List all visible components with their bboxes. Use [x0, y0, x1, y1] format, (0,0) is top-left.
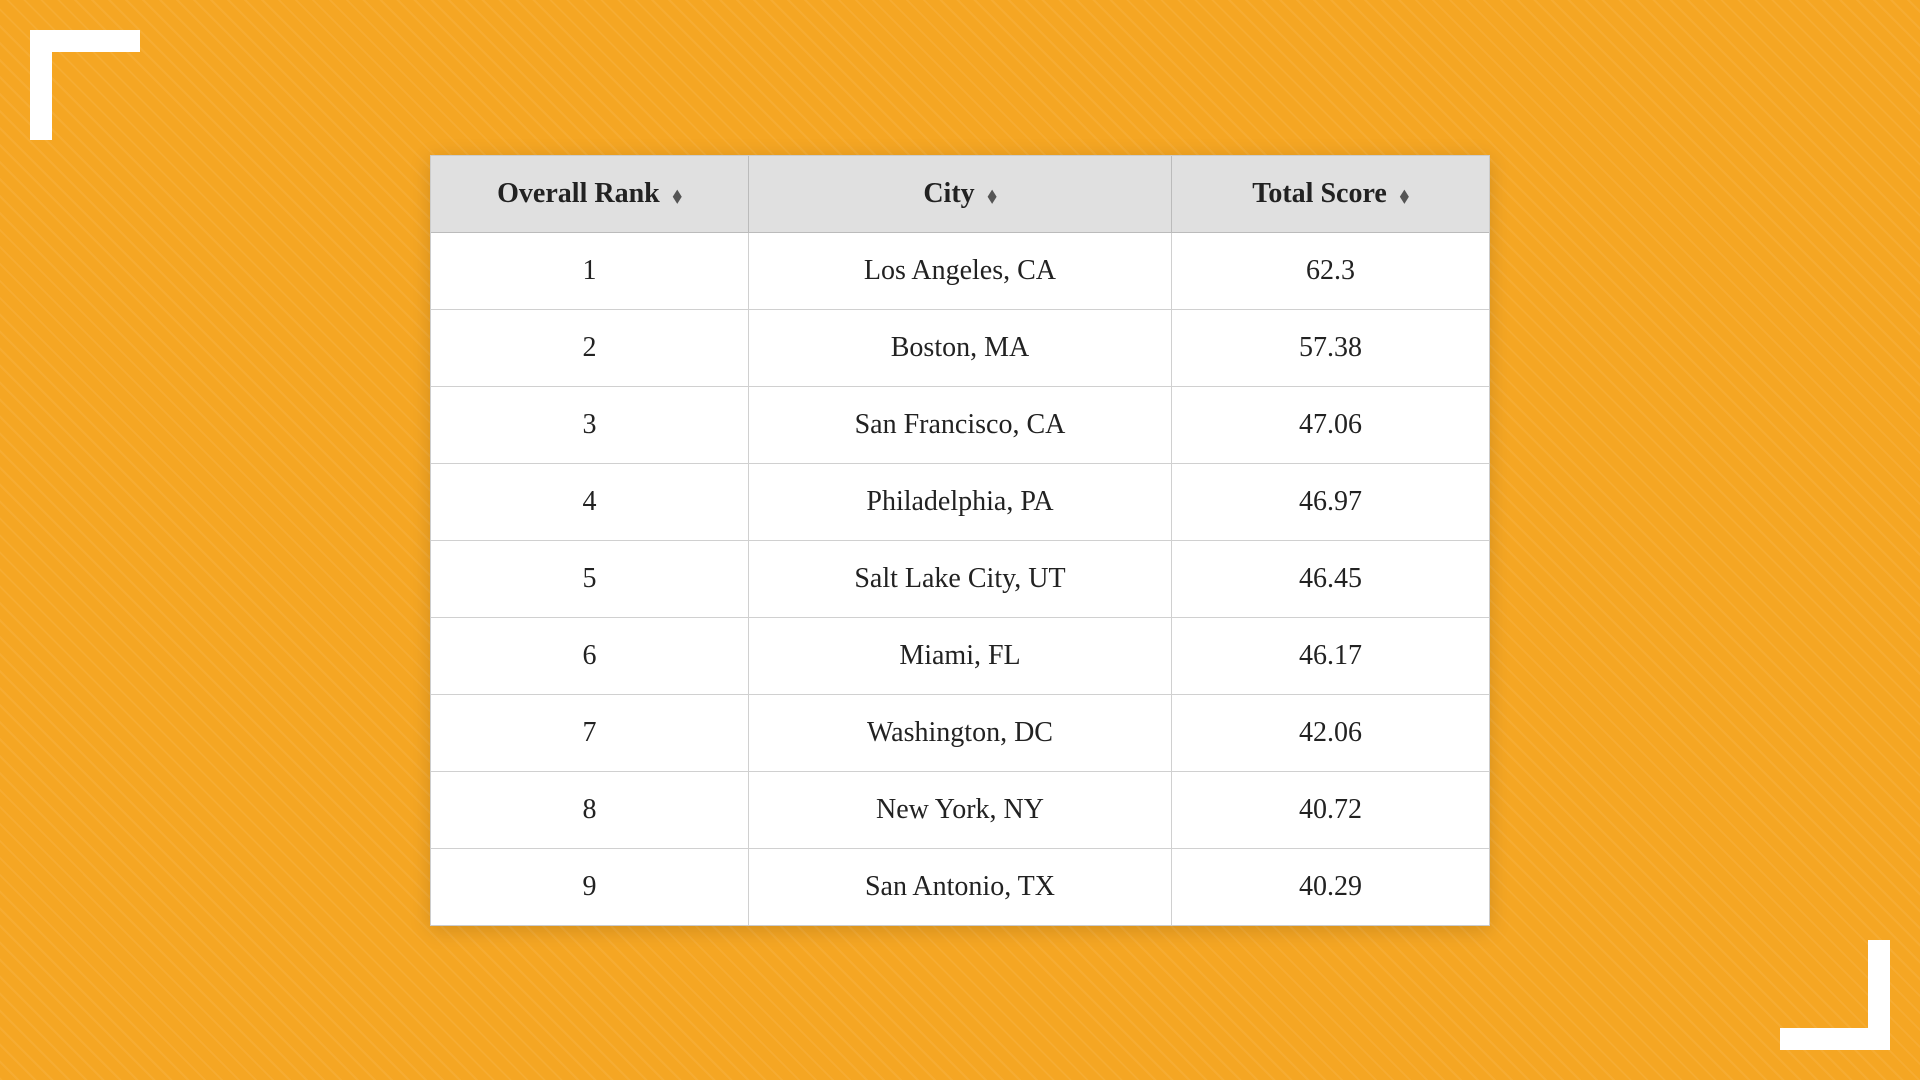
cell-score: 42.06: [1172, 694, 1489, 771]
cell-rank: 3: [431, 386, 748, 463]
cell-score: 47.06: [1172, 386, 1489, 463]
table-row: 4Philadelphia, PA46.97: [431, 463, 1489, 540]
cell-city: Philadelphia, PA: [748, 463, 1171, 540]
table-row: 5Salt Lake City, UT46.45: [431, 540, 1489, 617]
cell-score: 62.3: [1172, 232, 1489, 309]
rankings-table: Overall Rank ⬧ City ⬧ Total Score ⬧ 1Los…: [431, 156, 1489, 925]
cell-score: 46.97: [1172, 463, 1489, 540]
header-total-score-label: Total Score: [1252, 178, 1387, 209]
cell-rank: 8: [431, 771, 748, 848]
cell-rank: 7: [431, 694, 748, 771]
cell-city: San Antonio, TX: [748, 848, 1171, 925]
header-overall-rank[interactable]: Overall Rank ⬧: [431, 156, 748, 233]
cell-rank: 9: [431, 848, 748, 925]
table-row: 7Washington, DC42.06: [431, 694, 1489, 771]
table-row: 9San Antonio, TX40.29: [431, 848, 1489, 925]
header-overall-rank-label: Overall Rank: [497, 178, 660, 209]
cell-city: Los Angeles, CA: [748, 232, 1171, 309]
table-header-row: Overall Rank ⬧ City ⬧ Total Score ⬧: [431, 156, 1489, 233]
cell-city: New York, NY: [748, 771, 1171, 848]
header-city-label: City: [923, 178, 974, 209]
table-row: 2Boston, MA57.38: [431, 309, 1489, 386]
corner-bracket-bottom-right: [1780, 940, 1890, 1050]
table-row: 3San Francisco, CA47.06: [431, 386, 1489, 463]
cell-city: Salt Lake City, UT: [748, 540, 1171, 617]
sort-icon-rank: ⬧: [673, 185, 682, 207]
sort-icon-city: ⬧: [988, 185, 997, 207]
sort-icon-score: ⬧: [1400, 185, 1409, 207]
cell-rank: 6: [431, 617, 748, 694]
cell-rank: 2: [431, 309, 748, 386]
cell-city: Washington, DC: [748, 694, 1171, 771]
cell-rank: 4: [431, 463, 748, 540]
cell-rank: 1: [431, 232, 748, 309]
cell-score: 46.17: [1172, 617, 1489, 694]
header-city[interactable]: City ⬧: [748, 156, 1171, 233]
table-row: 8New York, NY40.72: [431, 771, 1489, 848]
cell-score: 57.38: [1172, 309, 1489, 386]
corner-bracket-top-left: [30, 30, 140, 140]
cell-rank: 5: [431, 540, 748, 617]
table-row: 1Los Angeles, CA62.3: [431, 232, 1489, 309]
cell-city: San Francisco, CA: [748, 386, 1171, 463]
table-row: 6Miami, FL46.17: [431, 617, 1489, 694]
header-total-score[interactable]: Total Score ⬧: [1172, 156, 1489, 233]
cell-score: 40.72: [1172, 771, 1489, 848]
cell-score: 40.29: [1172, 848, 1489, 925]
cell-city: Boston, MA: [748, 309, 1171, 386]
cell-score: 46.45: [1172, 540, 1489, 617]
cell-city: Miami, FL: [748, 617, 1171, 694]
rankings-table-container: Overall Rank ⬧ City ⬧ Total Score ⬧ 1Los…: [430, 155, 1490, 926]
